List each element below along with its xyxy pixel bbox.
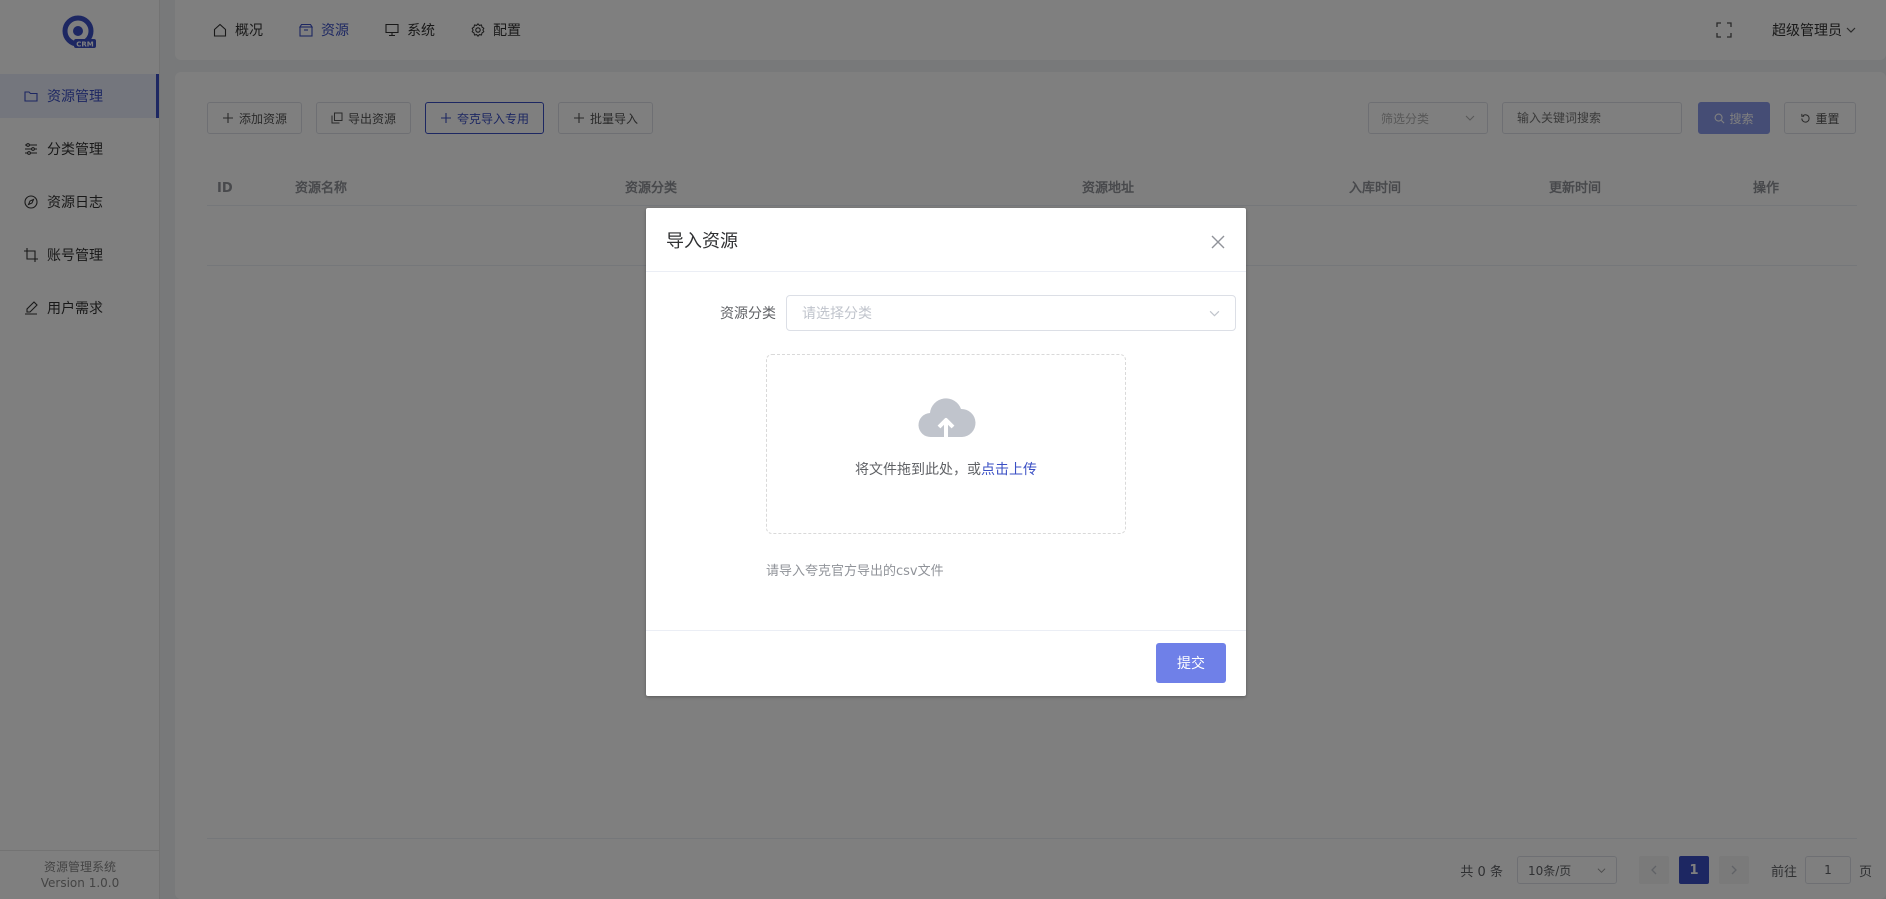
category-form-row: 资源分类 请选择分类	[696, 295, 1236, 331]
file-upload-dropzone[interactable]: 将文件拖到此处，或点击上传	[766, 354, 1126, 534]
close-icon[interactable]	[1210, 234, 1226, 250]
dialog-header: 导入资源	[646, 208, 1246, 272]
category-label: 资源分类	[720, 306, 776, 322]
chevron-down-icon	[1209, 310, 1220, 317]
select-placeholder: 请选择分类	[802, 306, 872, 322]
import-resource-dialog: 导入资源 资源分类 请选择分类 将文件拖到此处，或点击上传 请导入夸克官方导出的…	[646, 208, 1246, 696]
upload-click-link[interactable]: 点击上传	[981, 462, 1037, 478]
category-select[interactable]: 请选择分类	[786, 295, 1236, 331]
upload-drag-text: 将文件拖到此处，或	[855, 462, 981, 478]
dialog-footer: 提交	[646, 630, 1246, 696]
dialog-title: 导入资源	[666, 230, 738, 252]
upload-hint: 将文件拖到此处，或点击上传	[855, 459, 1037, 479]
upload-tip: 请导入夸克官方导出的csv文件	[766, 564, 944, 579]
upload-cloud-icon	[918, 398, 976, 439]
submit-button[interactable]: 提交	[1156, 643, 1226, 683]
